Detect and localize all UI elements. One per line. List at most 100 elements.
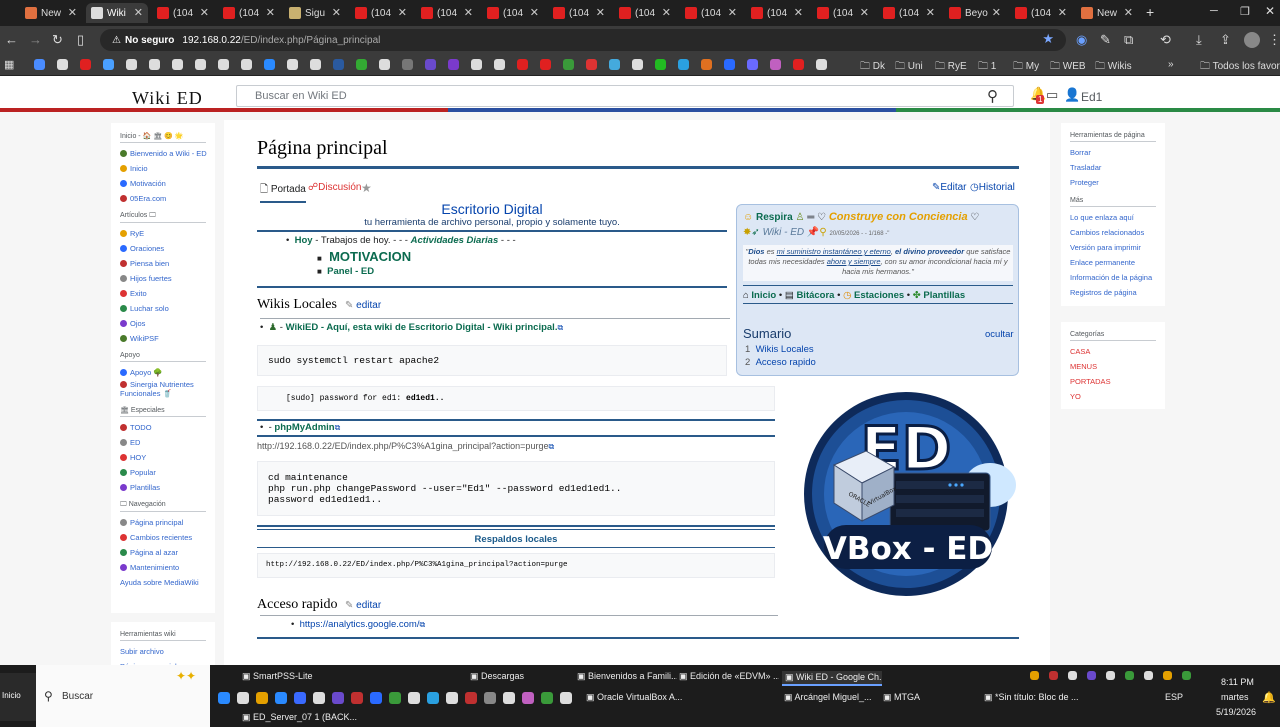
more-link[interactable]: Lo que enlaza aquí: [1070, 210, 1156, 225]
hoy-link[interactable]: Hoy: [295, 235, 313, 246]
sidebar-item[interactable]: Popular: [120, 465, 206, 480]
bookmark-icon[interactable]: [655, 59, 666, 70]
browser-tab[interactable]: (104 ✕: [548, 3, 610, 23]
notifications-icon[interactable]: 🔔: [1262, 691, 1276, 704]
sidebar-item[interactable]: Luchar solo: [120, 301, 206, 316]
download-icon[interactable]: ⤓: [1196, 32, 1202, 48]
back-icon[interactable]: ←: [5, 32, 18, 48]
browser-tab[interactable]: (104 ✕: [680, 3, 742, 23]
quote-link[interactable]: ahora y siempre: [827, 257, 881, 266]
taskbar-pinned-icon[interactable]: [427, 692, 439, 704]
taskbar-app[interactable]: ▣ Descargas: [470, 671, 570, 682]
browser-tab[interactable]: (104 ✕: [152, 3, 214, 23]
respira-link[interactable]: Respira: [756, 212, 793, 223]
bookmark-icon[interactable]: [793, 59, 804, 70]
sidebar-item[interactable]: HOY: [120, 450, 206, 465]
taskbar-app[interactable]: ▣ Edición de «EDVM» ...: [679, 671, 779, 682]
tab-close-icon[interactable]: ✕: [662, 6, 671, 19]
bookmark-icon[interactable]: [701, 59, 712, 70]
motivacion-link[interactable]: MOTIVACION: [329, 249, 411, 264]
reload-icon[interactable]: ↻: [52, 32, 63, 48]
sidebar-item[interactable]: Motivación: [120, 176, 206, 191]
bookmark-icon[interactable]: [632, 59, 643, 70]
tab-close-icon[interactable]: ✕: [992, 6, 1001, 19]
forward-icon[interactable]: →: [29, 32, 42, 48]
more-link[interactable]: Cambios relacionados: [1070, 225, 1156, 240]
history-action[interactable]: ◷Historial: [970, 182, 1015, 193]
bookmark-star-icon[interactable]: ★: [1042, 31, 1054, 47]
share-icon[interactable]: ⇪: [1220, 32, 1231, 48]
sidebar-item[interactable]: Mantenimiento: [120, 560, 206, 575]
browser-tab[interactable]: Wiki ✕: [86, 3, 148, 23]
browser-tab[interactable]: (104 ✕: [812, 3, 874, 23]
sidebar-item[interactable]: Cambios recientes: [120, 530, 206, 545]
bookmark-folder[interactable]: 🗀 Dk: [860, 59, 885, 76]
taskbar-pinned-icon[interactable]: [256, 692, 268, 704]
bookmarks-more[interactable]: »: [1168, 59, 1174, 70]
nav-plantillas-link[interactable]: Plantillas: [923, 290, 965, 301]
new-tab-button[interactable]: +: [1146, 4, 1154, 20]
bookmark-icon[interactable]: [356, 59, 367, 70]
tray-icon[interactable]: [1182, 671, 1191, 680]
extensions-puzzle-icon[interactable]: ⧉: [1124, 32, 1133, 48]
sidebar-item[interactable]: Apoyo 🌳: [120, 365, 206, 380]
tray-icon[interactable]: [1030, 671, 1039, 680]
tab-close-icon[interactable]: ✕: [200, 6, 209, 19]
split-view-icon[interactable]: ▯: [77, 32, 84, 48]
panel-ed-link[interactable]: Panel - ED: [327, 266, 374, 277]
bookmark-icon[interactable]: [195, 59, 206, 70]
tab-close-icon[interactable]: ✕: [134, 6, 143, 19]
browser-tab[interactable]: (104 ✕: [878, 3, 940, 23]
bookmark-icon[interactable]: [678, 59, 689, 70]
profile-avatar[interactable]: [1244, 32, 1260, 48]
start-button[interactable]: Inicio: [0, 673, 36, 721]
taskbar-pinned-icon[interactable]: [465, 692, 477, 704]
browser-tab[interactable]: (104 ✕: [1010, 3, 1072, 23]
taskbar-app[interactable]: ▣ ED_Server_07 1 (BACK...: [242, 712, 357, 723]
tray-icon[interactable]: [1106, 671, 1115, 680]
bookmark-icon[interactable]: [287, 59, 298, 70]
bookmark-icon[interactable]: [425, 59, 436, 70]
bookmark-icon[interactable]: [770, 59, 781, 70]
escritorio-title[interactable]: Escritorio Digital: [257, 201, 727, 217]
taskbar-pinned-icon[interactable]: [237, 692, 249, 704]
sidebar-item[interactable]: Sinergia Nutrientes Funcionales 🥤: [120, 380, 206, 400]
page-tool-link[interactable]: Trasladar: [1070, 160, 1156, 175]
browser-tab[interactable]: New ✕: [1076, 3, 1138, 23]
taskbar-pinned-icon[interactable]: [370, 692, 382, 704]
sidebar-item[interactable]: Plantillas: [120, 480, 206, 495]
taskbar-pinned-icon[interactable]: [541, 692, 553, 704]
tab-close-icon[interactable]: ✕: [332, 6, 341, 19]
bookmark-icon[interactable]: [310, 59, 321, 70]
edit-section-wikis[interactable]: ✎ editar: [345, 300, 381, 311]
phpmyadmin-link[interactable]: phpMyAdmin: [274, 422, 334, 433]
analytics-link[interactable]: https://analytics.google.com/: [300, 619, 420, 630]
more-link[interactable]: Información de la página: [1070, 270, 1156, 285]
more-link[interactable]: Enlace permanente: [1070, 255, 1156, 270]
bookmark-icon[interactable]: [149, 59, 160, 70]
menu-icon[interactable]: ⋮: [1268, 32, 1280, 48]
taskbar-pinned-icon[interactable]: [446, 692, 458, 704]
sidebar-item[interactable]: Ayuda sobre MediaWiki: [120, 575, 206, 590]
browser-tab[interactable]: (104 ✕: [350, 3, 412, 23]
extension-icon[interactable]: ◉: [1076, 32, 1087, 48]
taskbar-pinned-icon[interactable]: [294, 692, 306, 704]
tab-close-icon[interactable]: ✕: [530, 6, 539, 19]
tab-close-icon[interactable]: ✕: [398, 6, 407, 19]
more-link[interactable]: Registros de página: [1070, 285, 1156, 300]
search-icon[interactable]: ⚲: [987, 87, 998, 105]
construye-link[interactable]: Construye con Conciencia: [829, 211, 968, 223]
bookmark-icon[interactable]: [494, 59, 505, 70]
bookmark-folder[interactable]: 🗀 Uni: [895, 59, 923, 76]
taskbar-pinned-icon[interactable]: [484, 692, 496, 704]
history-icon[interactable]: ⟲: [1160, 32, 1171, 48]
taskbar-app[interactable]: ▣ MTGA: [883, 692, 943, 703]
bookmark-icon[interactable]: [586, 59, 597, 70]
bookmark-icon[interactable]: [816, 59, 827, 70]
bookmark-icon[interactable]: [34, 59, 45, 70]
search-input[interactable]: Buscar en Wiki ED: [236, 85, 1014, 107]
tab-close-icon[interactable]: ✕: [266, 6, 275, 19]
sidebar-item[interactable]: Oraciones: [120, 241, 206, 256]
wiki-logo[interactable]: Wiki ED: [132, 88, 203, 109]
edit-section-acceso[interactable]: ✎ editar: [345, 600, 381, 611]
